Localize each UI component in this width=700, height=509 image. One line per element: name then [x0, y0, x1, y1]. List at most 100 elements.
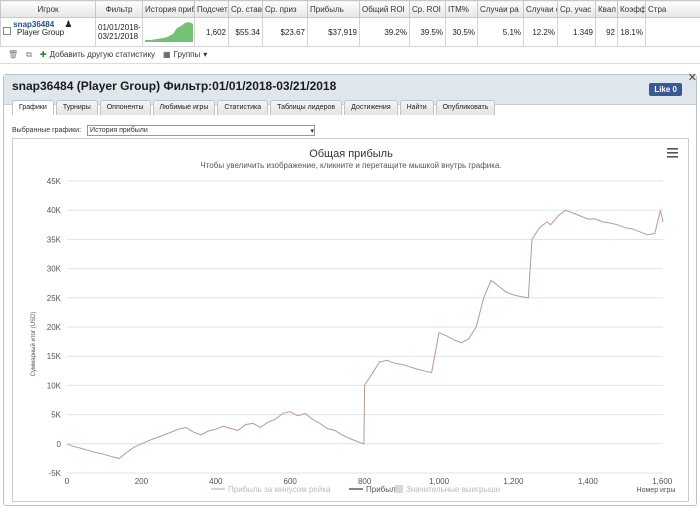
close-icon[interactable]: ✕ [688, 71, 697, 84]
add-icon: ✚ [39, 50, 47, 59]
filter-to: 03/21/2018 [98, 32, 139, 41]
chart-select-value: История прибыли [90, 127, 148, 134]
table-cell: 18.1% [617, 17, 646, 47]
tab-5[interactable]: Статистика [217, 100, 269, 115]
y-tick-label: 0 [57, 440, 62, 449]
panel-tabs: Графики Турниры Оппоненты Любимые игры Стати… [12, 100, 496, 115]
y-tick-label: 30K [47, 265, 62, 274]
column-header[interactable]: Подсчет [194, 0, 229, 18]
column-header[interactable]: Случаи о [523, 0, 558, 18]
stats-table: Игрок Фильтр История приб Подсчет Ср. став Ср… [0, 0, 700, 47]
chart-subtitle: Чтобы увеличить изображение, кликните и … [200, 161, 501, 170]
delete-icon[interactable]: 🗑 [8, 50, 18, 59]
x-tick-label: 400 [209, 477, 223, 486]
table-cell: 39.2% [359, 17, 410, 47]
tab-6[interactable]: Таблицы лидеров [270, 100, 343, 115]
player-name[interactable]: snap36484 [13, 20, 54, 29]
column-header[interactable]: Коэфф [617, 0, 646, 18]
y-tick-label: 5K [51, 411, 61, 420]
legend-item-1[interactable]: Прибыль за минусом рейка [211, 485, 331, 494]
filter-cell: 01/01/2018- 03/21/2018 [95, 17, 143, 47]
y-tick-label: -5K [49, 469, 62, 478]
chevron-down-icon: ▾ [310, 127, 315, 135]
y-tick-label: 35K [47, 235, 62, 244]
table-cell: $37,919 [307, 17, 360, 47]
chart-title: Общая прибыль [309, 148, 393, 160]
groups-button[interactable]: ▦ Группы ▾ [163, 50, 207, 59]
chart-select[interactable]: История прибыли ▾ [87, 125, 316, 136]
legend-label: Прибыль [366, 485, 400, 494]
column-header[interactable]: Общий ROI [359, 0, 410, 18]
menu-icon[interactable] [667, 148, 678, 158]
column-header[interactable]: Случаи ра [477, 0, 524, 18]
legend-label: Значительные выигрыши [406, 485, 500, 494]
x-tick-label: 200 [135, 477, 149, 486]
tab-7[interactable]: Достижения [344, 100, 398, 115]
table-cell: $55.34 [228, 17, 263, 47]
y-tick-label: 25K [47, 294, 62, 303]
tab-2[interactable]: Турниры [55, 100, 98, 115]
column-header[interactable]: Квал [595, 0, 618, 18]
table-cell: 39.5% [409, 17, 446, 47]
x-tick-label: 1,600 [652, 477, 673, 486]
table-toolbar: 🗑 ⧉ ✚ Добавить другую статистику ▦ Групп… [0, 46, 700, 64]
legend-item-3[interactable]: Значительные выигрыши [395, 485, 500, 494]
y-tick-label: 10K [47, 381, 62, 390]
add-stats-button[interactable]: ✚ Добавить другую статистику [40, 50, 155, 59]
column-header[interactable]: Стра [645, 0, 700, 18]
player-cell[interactable]: snap36484 ♟ Player Group [0, 17, 96, 47]
tab-8[interactable]: Найти [399, 100, 434, 115]
player-panel: snap36484 (Player Group) Фильтр:01/01/20… [3, 71, 697, 506]
x-tick-label: 1,200 [503, 477, 524, 486]
column-header[interactable]: Ср. ROI [409, 0, 446, 18]
panel-title: snap36484 (Player Group) Фильтр:01/01/20… [12, 78, 337, 93]
player-group: Player Group [17, 28, 65, 37]
y-axis-label: Суммарный итог (USD) [30, 312, 37, 377]
tab-4[interactable]: Любимые игры [152, 100, 216, 115]
column-header[interactable]: Прибыль [307, 0, 360, 18]
table-cell: $23.67 [262, 17, 308, 47]
column-header[interactable]: Ср. став [228, 0, 263, 18]
column-header[interactable]: Ср. учас [557, 0, 596, 18]
table-cell: 1.349 [557, 17, 596, 47]
selector-label: Выбранные графики: [12, 127, 82, 134]
y-tick-label: 15K [47, 352, 62, 361]
profit-sparkline [142, 17, 195, 47]
groups-icon: ▦ [163, 50, 171, 59]
groups-label: Группы [173, 50, 201, 59]
chart-legend[interactable]: Прибыль за минусом рейка Прибыль Значитель… [211, 485, 500, 494]
player-icon: ♟ [64, 19, 73, 29]
y-tick-label: 40K [47, 206, 62, 215]
tab-9[interactable]: Опубликовать [435, 100, 496, 115]
legend-label: Прибыль за минусом рейка [228, 485, 331, 494]
profit-chart[interactable]: Общая прибыль Чтобы увеличить изображени… [13, 139, 688, 501]
chart-container[interactable]: Общая прибыль Чтобы увеличить изображени… [12, 138, 689, 502]
chart-selector: Выбранные графики: История прибыли ▾ [12, 125, 316, 136]
table-cell: 92 [595, 17, 618, 47]
column-header[interactable]: Ср. приз [262, 0, 308, 18]
copy-icon[interactable]: ⧉ [26, 50, 32, 60]
column-header[interactable]: История приб [142, 0, 195, 18]
y-tick-label: 45K [47, 177, 62, 186]
column-header[interactable]: ITM% [445, 0, 478, 18]
column-header[interactable]: Фильтр [95, 0, 143, 18]
profit-series-line [66, 209, 664, 459]
x-tick-label: 0 [65, 477, 70, 486]
table-header-row: Игрок Фильтр История приб Подсчет Ср. став Ср… [0, 0, 700, 18]
table-row[interactable]: snap36484 ♟ Player Group 01/01/2018- 03/… [0, 17, 700, 47]
tab-3[interactable]: Оппоненты [99, 100, 151, 115]
add-stats-label: Добавить другую статистику [49, 50, 156, 59]
table-cell: 1,602 [194, 17, 229, 47]
chevron-down-icon: ▾ [203, 50, 208, 59]
table-cell: 12.2% [523, 17, 558, 47]
tab-1[interactable]: Графики [12, 100, 54, 115]
x-axis-label: Номер игры [637, 487, 676, 494]
filter-from: 01/01/2018- [98, 23, 141, 32]
facebook-like-button[interactable]: Like 0 [649, 83, 682, 96]
row-checkbox[interactable] [3, 27, 11, 35]
y-tick-label: 20K [47, 323, 62, 332]
table-cell: 5.1% [477, 17, 524, 47]
column-header[interactable]: Игрок [0, 0, 96, 18]
table-cell [645, 17, 700, 47]
legend-item-2[interactable]: Прибыль [349, 485, 400, 494]
